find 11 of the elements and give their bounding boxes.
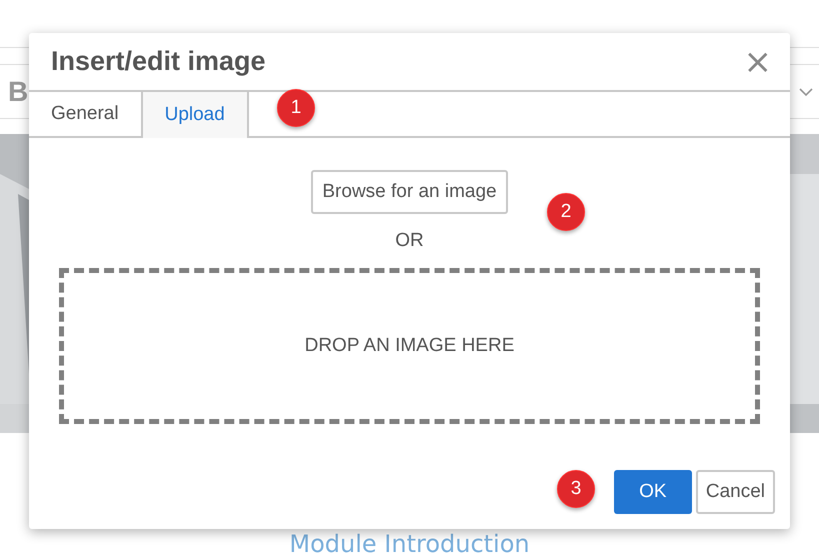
page-heading: Module Introduction bbox=[288, 531, 531, 558]
drop-zone[interactable]: DROP AN IMAGE HERE bbox=[59, 268, 760, 424]
chevron-down-icon[interactable] bbox=[799, 86, 813, 96]
tab[interactable]: Upload bbox=[142, 92, 249, 138]
browse-button[interactable]: Browse for an image bbox=[311, 170, 508, 214]
tab[interactable]: General bbox=[29, 92, 143, 136]
ok-button[interactable]: OK bbox=[614, 470, 692, 514]
dialog-title: Insert/edit image bbox=[51, 46, 266, 77]
cancel-button[interactable]: Cancel bbox=[696, 470, 775, 514]
or-label: OR bbox=[395, 230, 424, 252]
close-button[interactable]: × bbox=[742, 46, 774, 76]
